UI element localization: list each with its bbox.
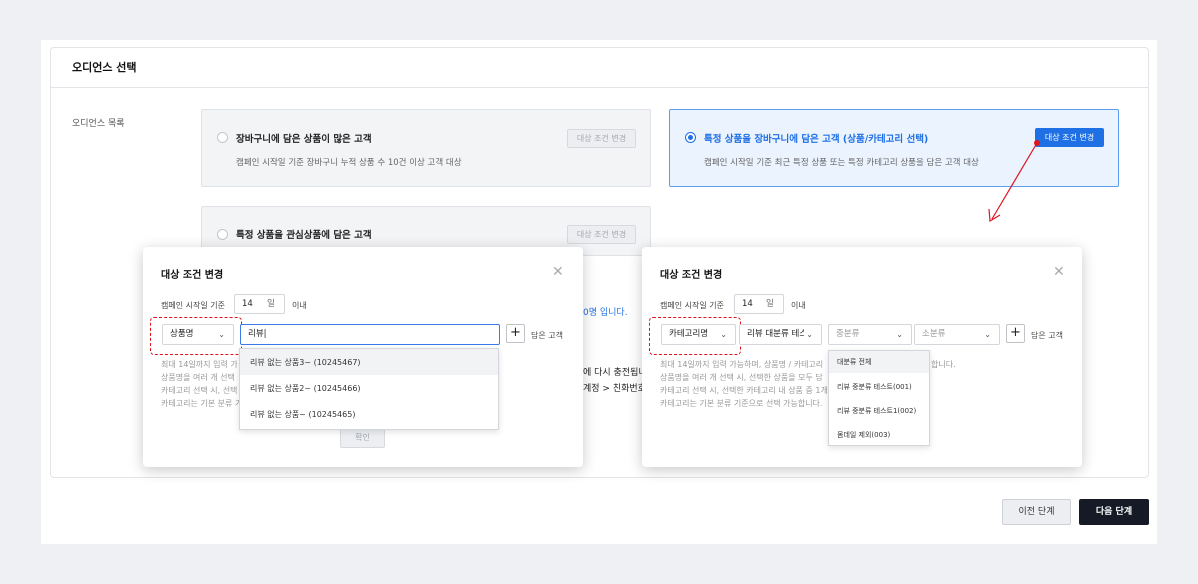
chevron-down-icon: ⌄ [896,330,903,339]
modal-title: 대상 조건 변경 [660,270,723,281]
days-unit: 일 [267,299,275,309]
modal-title: 대상 조건 변경 [161,270,224,281]
note-line: 카테고리 선택 시, 선택한 카테고리 내 상품 중 1개 [660,386,828,395]
dropdown-option[interactable]: 리뷰 없는 상품3~ (10245467) [240,349,498,375]
audience-count-text: 0명 입니다. [583,305,628,318]
days-unit: 일 [766,299,774,309]
annotation-highlight-box [649,317,741,355]
within-label: 이내 [292,301,307,310]
note-line: 카테고리는 기본 분류 기준으로 선택 가능합니다. [660,399,823,408]
note-line: 상품명을 여러 개 선택 [161,373,235,382]
large-category-value: 리뷰 대분류 테스 [747,329,808,339]
close-icon[interactable]: ✕ [552,265,564,279]
dropdown-option[interactable]: 대분류 전체 [829,351,929,373]
medium-category-placeholder: 중분류 [836,329,860,339]
option-description: 캠페인 시작일 기준 장바구니 누적 상품 수 10건 이상 고객 대상 [236,158,462,168]
note-line: 카테고리 선택 시, 선택 [161,386,238,395]
within-label: 이내 [791,301,806,310]
close-icon[interactable]: ✕ [1053,265,1065,279]
confirm-button[interactable]: 확인 [340,428,385,448]
annotation-arrow [988,140,1040,223]
section-title: 오디언스 선택 [72,61,137,74]
audience-list-label: 오디언스 목록 [72,119,125,129]
option-description: 캠페인 시작일 기준 최근 특정 상품 또는 특정 카테고리 상품을 담은 고객… [704,158,979,168]
previous-step-button[interactable]: 이전 단계 [1002,499,1071,525]
start-date-label: 캠페인 시작일 기준 [660,301,724,310]
medium-category-select[interactable]: 중분류 ⌄ [828,324,912,345]
small-category-placeholder: 소분류 [922,329,946,339]
option-title: 장바구니에 담은 상품이 많은 고객 [236,134,372,145]
large-category-select[interactable]: 리뷰 대분류 테스 ⌄ [739,324,822,345]
note-tail: 합니다. [931,360,956,369]
radio-button-selected[interactable] [685,132,696,143]
search-value: 리뷰 [248,329,264,339]
card-header [50,47,1149,88]
audience-option-specific-product[interactable]: 특정 상품을 장바구니에 담은 고객 (상품/카테고리 선택) 캠페인 시작일 … [669,109,1119,187]
start-date-label: 캠페인 시작일 기준 [161,301,225,310]
dropdown-option[interactable]: 리뷰 없는 상품~ (10245465) [250,409,355,420]
condition-modal-category: 대상 조건 변경 ✕ 캠페인 시작일 기준 14 일 이내 카테고리명 ⌄ 리뷰… [642,247,1082,467]
radio-button[interactable] [217,229,228,240]
dropdown-option[interactable]: 리뷰 없는 상품2~ (10245466) [250,383,361,394]
notes: 최대 14일까지 입력 가능하며, 상품명 / 카테고리 상품명을 여러 개 선… [660,358,828,410]
add-label: 담은 고객 [1031,331,1063,340]
days-input[interactable]: 14 일 [234,294,285,314]
dropdown-option[interactable]: 몸데일 제외(003) [837,430,890,440]
days-value: 14 [242,299,253,309]
radio-button[interactable] [217,132,228,143]
notes: 최대 14일까지 입력 가 상품명을 여러 개 선택 카테고리 선택 시, 선택… [161,358,242,410]
dropdown-option[interactable]: 리뷰 중분류 테스트1(002) [837,406,916,416]
option-title: 특정 상품을 관심상품에 담은 고객 [236,230,372,241]
behind-line-1: 에 다시 충전됩니 [583,368,647,378]
days-input[interactable]: 14 일 [734,294,784,314]
audience-count-number: 0명 입니다. [583,308,628,318]
days-value: 14 [742,299,753,309]
behind-line-2: 계정 > 친화번호 [583,384,646,394]
annotation-highlight-box [150,317,242,355]
chevron-down-icon: ⌄ [804,325,813,344]
note-line: 상품명을 여러 개 선택 시, 선택한 상품을 모두 담 [660,373,823,382]
small-category-select[interactable]: 소분류 ⌄ [914,324,1000,345]
next-step-button[interactable]: 다음 단계 [1079,499,1149,525]
product-search-input[interactable]: 리뷰| [240,324,500,345]
add-label: 담은 고객 [531,331,563,340]
dropdown-option[interactable]: 리뷰 중분류 테스트(001) [837,382,912,392]
change-condition-button[interactable]: 대상 조건 변경 [567,129,636,148]
audience-option-cart-many[interactable]: 장바구니에 담은 상품이 많은 고객 캠페인 시작일 기준 장바구니 누적 상품… [201,109,651,187]
note-line: 카테고리는 기본 분류 기 [161,399,243,408]
note-line: 최대 14일까지 입력 가능하며, 상품명 / 카테고리 [660,360,824,369]
add-plus-button[interactable]: + [1006,324,1025,343]
note-line: 최대 14일까지 입력 가 [161,360,238,369]
category-dropdown: 대분류 전체 리뷰 중분류 테스트(001) 리뷰 중분류 테스트1(002) … [828,350,930,446]
change-condition-button[interactable]: 대상 조건 변경 [567,225,636,244]
condition-modal-product: 대상 조건 변경 ✕ 캠페인 시작일 기준 14 일 이내 상품명 ⌄ 리뷰| … [143,247,583,467]
option-title: 특정 상품을 장바구니에 담은 고객 (상품/카테고리 선택) [704,134,929,145]
chevron-down-icon: ⌄ [984,330,991,339]
product-dropdown: 리뷰 없는 상품3~ (10245467) 리뷰 없는 상품2~ (102454… [239,348,499,430]
add-plus-button[interactable]: + [506,324,525,343]
